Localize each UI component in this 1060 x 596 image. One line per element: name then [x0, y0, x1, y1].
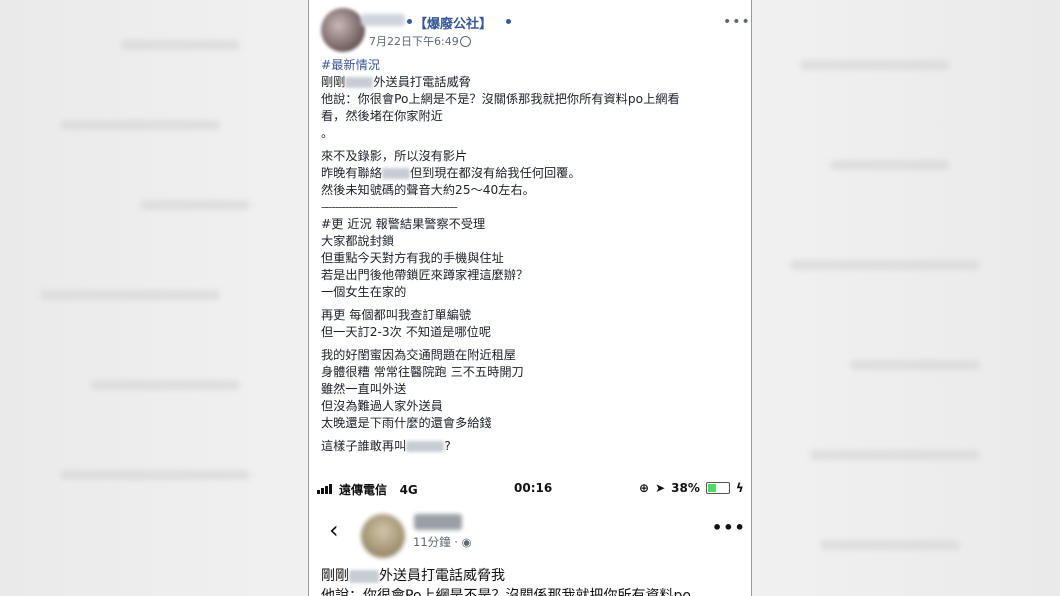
blurred-background-line	[60, 120, 220, 130]
blurred-background-line	[810, 450, 980, 460]
avatar[interactable]	[321, 8, 365, 52]
battery-icon	[705, 482, 730, 494]
post-line: 但重點今天對方有我的手機與住址	[321, 251, 504, 265]
facebook-post: 【爆廢公社】 7月22日下午6:49 ••• #最新情況 剛剛 外送員打電話威脅 …	[308, 0, 752, 596]
blurred-background-line	[790, 260, 980, 270]
post-line: 我的好閨蜜因為交通問題在附近租屋	[321, 348, 516, 362]
post-time: 11分鐘 · ◉	[413, 535, 472, 549]
post-date[interactable]: 7月22日下午6:49	[369, 33, 459, 49]
blurred-background-line	[140, 200, 250, 210]
post-line: 但沒為難過人家外送員	[321, 399, 443, 413]
blurred-background-line	[830, 160, 950, 170]
post-line: #更 近況 報警結果警察不受理	[321, 216, 746, 233]
charging-icon: ϟ	[735, 481, 744, 495]
screenshot-post-body: 剛剛 外送員打電話威脅我 他說：你很會Po上網是不是？沒關係那我就把你所有資料po	[321, 566, 746, 596]
page-name-link[interactable]: 【爆廢公社】	[414, 13, 492, 32]
network-type: 4G	[399, 483, 418, 497]
post-line: 他說：你很會Po上網是不是？沒關係那我就把你所有資料po上網看	[321, 92, 680, 106]
blurred-background-line	[800, 60, 950, 70]
blurred-brand	[406, 441, 445, 452]
carrier-label: 遠傳電信 4G	[339, 481, 418, 498]
post-line: 然後未知號碼的聲音大約25～40左右。	[321, 183, 535, 197]
separator-dot	[407, 19, 412, 24]
hashtag-link[interactable]: #最新情況	[321, 58, 380, 72]
battery-percent: 38%	[671, 481, 700, 495]
post-line: 剛剛 外送員打電話威脅	[321, 74, 746, 91]
post-line: 再更 每個都叫我查訂單編號	[321, 308, 472, 322]
back-chevron-icon[interactable]: ‹	[329, 516, 339, 544]
post-text: 昨晚有聯絡	[321, 166, 382, 180]
blurred-background-line	[820, 540, 960, 550]
status-time: 00:16	[514, 481, 553, 495]
post-line: 一個女生在家的	[321, 285, 407, 299]
battery-fill	[707, 484, 716, 492]
post-line: 看，然後堵在你家附近	[321, 109, 443, 123]
signal-icon	[317, 484, 332, 494]
post-text: 外送員打電話威脅我	[379, 568, 505, 584]
avatar[interactable]	[361, 514, 405, 558]
post-line: 雖然一直叫外送	[321, 382, 407, 396]
blurred-background-line	[120, 40, 240, 50]
post-line: 他說：你很會Po上網是不是？沒關係那我就把你所有資料po	[321, 588, 691, 596]
more-dots-icon[interactable]: •••	[723, 14, 751, 30]
post-text: 但到現在都沒有給我任何回覆。	[409, 166, 581, 180]
blurred-background-line	[850, 360, 980, 370]
globe-icon	[460, 36, 471, 47]
blurred-background-line	[90, 380, 240, 390]
separator-dot	[506, 19, 511, 24]
phone-status-bar: 遠傳電信 4G 00:16 ⊕ ➤ 38% ϟ	[309, 478, 751, 498]
rotation-lock-icon: ⊕	[639, 481, 650, 495]
post-text: 外送員打電話威脅	[373, 75, 471, 89]
post-line: 來不及錄影，所以沒有影片	[321, 149, 468, 163]
post-line: ----------------------------------------	[321, 200, 458, 214]
carrier-name: 遠傳電信	[339, 483, 388, 497]
post-text: 這樣子誰敢再叫	[321, 439, 407, 453]
post-line: 。	[321, 126, 334, 140]
location-icon: ➤	[655, 481, 666, 495]
more-dots-icon[interactable]: •••	[712, 518, 746, 537]
post-line: 太晚還是下雨什麼的還會多給錢	[321, 416, 492, 430]
post-text: 剛剛	[321, 568, 349, 584]
post-line: #最新情況	[321, 57, 746, 74]
post-line: 大家都說封鎖	[321, 234, 395, 248]
blurred-user-name	[414, 514, 462, 530]
post-line: 昨晚有聯絡 但到現在都沒有給我任何回覆。	[321, 165, 746, 182]
post-line: 身體很糟 常常往醫院跑 三不五時開刀	[321, 365, 524, 379]
blurred-brand	[349, 569, 379, 583]
blurred-background-line	[60, 470, 250, 480]
status-right: ⊕ ➤ 38% ϟ	[639, 481, 744, 495]
post-line: 剛剛 外送員打電話威脅我	[321, 566, 746, 586]
hashtag-link[interactable]: #更 近況 報警結果警察不受理	[321, 217, 485, 231]
screenshot-post-header: ‹ 11分鐘 · ◉ •••	[309, 504, 751, 560]
post-line: 但一天訂2-3次 不知道是哪位呢	[321, 325, 492, 339]
post-body: #最新情況 剛剛 外送員打電話威脅 他說：你很會Po上網是不是？沒關係那我就把你所…	[321, 57, 746, 455]
post-text: 剛剛	[321, 75, 346, 89]
blurred-user-name	[361, 14, 405, 26]
post-line: 若是出門後他帶鎖匠來蹲家裡這麼辦？	[321, 268, 529, 282]
post-time-text: 11分鐘	[413, 535, 451, 549]
blurred-background-line	[40, 290, 220, 300]
post-text: ?	[444, 439, 451, 453]
globe-icon: ◉	[461, 535, 472, 549]
blurred-brand	[345, 77, 374, 88]
post-line: 這樣子誰敢再叫?	[321, 438, 746, 455]
post-header: 【爆廢公社】 7月22日下午6:49 •••	[309, 0, 751, 56]
blurred-brand	[381, 168, 410, 179]
